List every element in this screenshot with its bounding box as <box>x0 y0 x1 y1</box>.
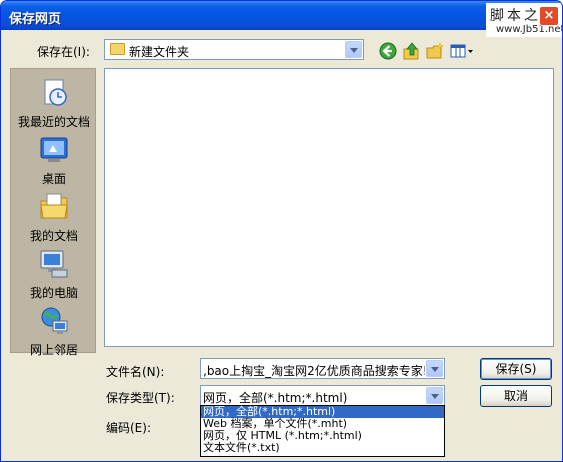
places-bar: 我最近的文档 桌面 我的文档 我的电脑 网上邻居 <box>10 68 97 357</box>
recent-documents-icon <box>38 77 70 109</box>
new-folder-icon[interactable] <box>425 41 445 61</box>
file-list[interactable] <box>104 68 554 347</box>
up-folder-icon[interactable] <box>402 41 422 61</box>
place-desktop[interactable]: 桌面 <box>11 130 97 188</box>
filename-label: 文件名(N): <box>106 365 165 379</box>
filename-combo[interactable]: ‚bao上掏宝_淘宝网2亿优质商品搜索专家! <box>200 358 445 379</box>
place-my-documents[interactable]: 我的文档 <box>11 187 97 245</box>
chevron-down-icon[interactable] <box>345 41 362 58</box>
save-webpage-dialog: 保存网页 脚本之家 www.Jb51.net × 保存在(I): 新建文件夹 我… <box>0 0 563 462</box>
back-icon[interactable] <box>378 41 398 61</box>
save-in-value: 新建文件夹 <box>129 45 190 59</box>
filetype-option[interactable]: 文本文件(*.txt) <box>201 442 444 454</box>
chevron-down-icon[interactable] <box>426 387 443 404</box>
network-places-icon <box>38 305 70 337</box>
filetype-combo[interactable]: 网页，全部(*.htm;*.html) <box>200 385 445 406</box>
encoding-label: 编码(E): <box>106 421 151 435</box>
place-label: 我最近的文档 <box>17 115 90 129</box>
folder-icon <box>110 43 125 55</box>
place-label: 桌面 <box>41 172 66 186</box>
filetype-value: 网页，全部(*.htm;*.html) <box>203 391 348 405</box>
my-documents-icon <box>38 191 70 223</box>
title-bar[interactable]: 保存网页 <box>1 1 562 30</box>
my-computer-icon <box>38 248 70 280</box>
filetype-dropdown-list: 网页，全部(*.htm;*.html) Web 档案，单个文件(*.mht) 网… <box>200 405 445 457</box>
place-label: 我的电脑 <box>29 286 78 300</box>
save-in-label: 保存在(I): <box>37 45 90 59</box>
close-button[interactable]: × <box>539 6 559 26</box>
filename-value: ‚bao上掏宝_淘宝网2亿优质商品搜索专家! <box>203 364 425 378</box>
filetype-label: 保存类型(T): <box>106 391 175 405</box>
place-network-places[interactable]: 网上邻居 <box>11 301 97 359</box>
place-label: 网上邻居 <box>29 343 78 357</box>
cancel-button[interactable]: 取消 <box>480 385 552 407</box>
place-recent-documents[interactable]: 我最近的文档 <box>11 73 97 131</box>
place-label: 我的文档 <box>29 229 78 243</box>
save-button[interactable]: 保存(S) <box>480 358 552 380</box>
desktop-icon <box>38 134 70 166</box>
save-in-combo[interactable]: 新建文件夹 <box>104 39 364 60</box>
place-my-computer[interactable]: 我的电脑 <box>11 244 97 302</box>
chevron-down-icon[interactable] <box>426 360 443 377</box>
views-menu-icon[interactable] <box>449 41 475 61</box>
window-title: 保存网页 <box>9 12 62 27</box>
